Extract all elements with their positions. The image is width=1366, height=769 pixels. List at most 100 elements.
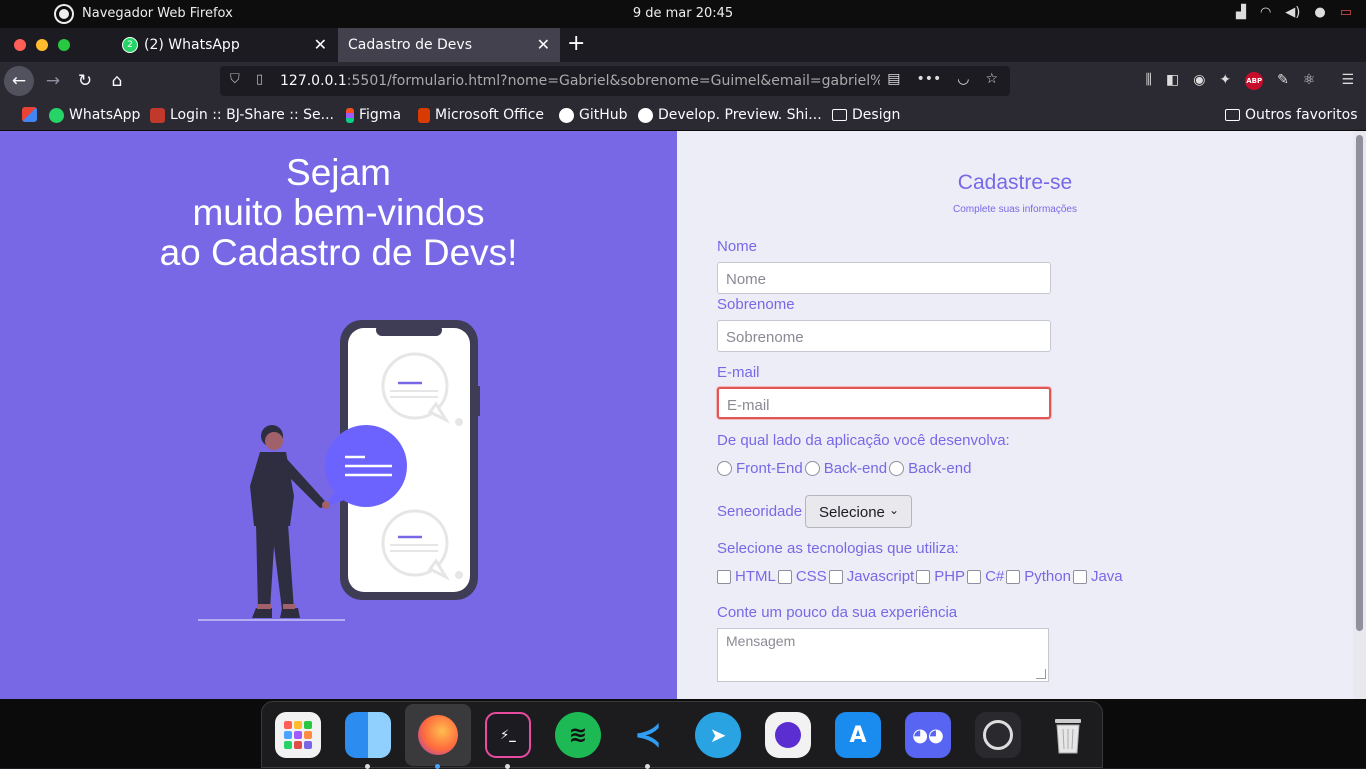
volume-icon[interactable]: ◀) <box>1285 5 1300 20</box>
welcome-heading: Sejam muito bem-vindos ao Cadastro de De… <box>159 152 518 273</box>
radio-front-end[interactable] <box>717 461 732 476</box>
shield-icon[interactable]: ⛉ <box>230 72 240 87</box>
app-store-icon[interactable]: A <box>835 712 881 758</box>
bookmark-whatsapp[interactable]: WhatsApp <box>49 107 140 123</box>
pocket-icon[interactable]: ◡ <box>957 71 969 87</box>
checkbox-css[interactable] <box>777 569 792 584</box>
running-indicator <box>435 764 440 769</box>
email-input[interactable]: E-mail <box>717 387 1051 419</box>
office-icon <box>418 107 430 123</box>
bookmark-vercel[interactable]: Develop. Preview. Shi... <box>638 107 822 123</box>
reload-button[interactable]: ↻ <box>70 66 100 96</box>
scrollbar-thumb[interactable] <box>1356 135 1363 631</box>
checkbox-csharp[interactable] <box>967 569 982 584</box>
launchpad-icon[interactable] <box>275 712 321 758</box>
seniority-label: Seneoridade <box>717 503 803 520</box>
finder-icon[interactable] <box>345 712 391 758</box>
nome-label: Nome <box>717 238 758 255</box>
checkbox-java[interactable] <box>1072 569 1087 584</box>
bookmark-other-favorites[interactable]: Outros favoritos <box>1225 107 1358 123</box>
close-tab-icon[interactable]: ✕ <box>314 35 327 54</box>
battery-icon[interactable]: ▭ <box>1340 5 1352 20</box>
firefox-dock-icon[interactable] <box>405 704 471 766</box>
checkbox-html[interactable] <box>717 569 731 584</box>
figma-icon <box>346 107 354 123</box>
bookmark-microsoft-office[interactable]: Microsoft Office <box>418 107 544 123</box>
whatsapp-icon <box>49 107 64 123</box>
gmail-icon <box>22 107 37 122</box>
tab-label: Cadastro de Devs <box>348 37 472 53</box>
chevron-down-icon: ⌄ <box>888 503 899 517</box>
react-devtools-icon[interactable]: ⚛ <box>1303 72 1316 90</box>
page-scrollbar[interactable] <box>1353 131 1366 699</box>
reader-view-icon[interactable]: ▤ <box>887 71 900 87</box>
bookmark-gmail[interactable] <box>22 107 37 122</box>
maximize-window-button[interactable] <box>58 39 70 51</box>
extension-edit-icon[interactable]: ✎ <box>1277 72 1289 90</box>
extension-avatar-icon[interactable]: ◉ <box>1193 72 1205 90</box>
tab-bar: 2 (2) WhatsApp ✕ Cadastro de Devs ✕ + <box>0 28 1366 62</box>
discord-icon[interactable]: ◕◕ <box>905 712 951 758</box>
clock[interactable]: 9 de mar 20:45 <box>0 6 1366 21</box>
toolbar-extensions: ⫼ ◧ ◉ ✦ ABP ✎ ⚛ ☰ <box>1146 72 1354 90</box>
extension-leaf-icon[interactable]: ✦ <box>1219 72 1231 90</box>
telegram-icon[interactable]: ➤ <box>695 712 741 758</box>
welcome-panel: Sejam muito bem-vindos ao Cadastro de De… <box>0 131 677 699</box>
screen-icon[interactable]: ▟ <box>1236 5 1246 20</box>
checkbox-javascript[interactable] <box>828 569 843 584</box>
adblock-plus-icon[interactable]: ABP <box>1245 72 1264 90</box>
page-info-icon[interactable]: ▯ <box>256 72 263 87</box>
sidebar-icon[interactable]: ◧ <box>1166 72 1179 90</box>
nome-input[interactable]: Nome <box>717 262 1051 294</box>
mic-icon[interactable]: ● <box>1314 5 1325 20</box>
form-title: Cadastre-se <box>957 171 1073 194</box>
new-tab-button[interactable]: + <box>567 31 585 56</box>
close-window-button[interactable] <box>14 39 26 51</box>
url-text[interactable]: 127.0.0.1:5501/formulario.html?nome=Gabr… <box>280 73 880 89</box>
bookmark-folder-design[interactable]: Design <box>832 107 900 123</box>
checkbox-php[interactable] <box>916 569 931 584</box>
bjshare-icon <box>150 107 165 123</box>
running-indicator <box>505 764 510 769</box>
radio-back-end[interactable] <box>804 461 820 476</box>
more-actions-icon[interactable]: ••• <box>916 71 941 87</box>
menu-icon[interactable]: ☰ <box>1341 72 1354 90</box>
close-tab-icon[interactable]: ✕ <box>537 35 550 54</box>
seniority-select[interactable]: Selecione ⌄ <box>805 495 912 528</box>
tech-checkbox-group: HTML CSS Javascript PHP C# Python Java <box>717 568 1125 585</box>
bookmark-star-icon[interactable]: ☆ <box>985 71 998 87</box>
vscode-icon[interactable]: ≺ <box>625 712 671 758</box>
experience-textarea[interactable]: Mensagem <box>717 628 1049 682</box>
back-button[interactable]: ← <box>4 66 34 96</box>
trash-icon[interactable] <box>1045 712 1091 758</box>
wifi-icon[interactable]: ◠ <box>1260 5 1271 20</box>
minimize-window-button[interactable] <box>36 39 48 51</box>
app-icon[interactable] <box>765 712 811 758</box>
navigation-bar: ← → ↻ ⌂ ⛉ ▯ 127.0.0.1:5501/formulario.ht… <box>0 62 1366 100</box>
page-content: Sejam muito bem-vindos ao Cadastro de De… <box>0 131 1366 699</box>
url-bar[interactable]: ⛉ ▯ 127.0.0.1:5501/formulario.html?nome=… <box>220 66 1010 96</box>
spotify-icon[interactable]: ≋ <box>555 712 601 758</box>
terminal-icon[interactable]: ⚡_ <box>485 712 531 758</box>
vercel-icon <box>638 107 653 123</box>
side-question-label: De qual lado da aplicação você desenvolv… <box>717 432 1010 449</box>
radio-back-end-2[interactable] <box>889 461 905 476</box>
tab-whatsapp[interactable]: 2 (2) WhatsApp ✕ <box>112 28 337 62</box>
phone-illustration <box>198 320 480 621</box>
obs-icon[interactable] <box>975 712 1021 758</box>
sobrenome-input[interactable]: Sobrenome <box>717 320 1051 352</box>
tab-cadastro-de-devs[interactable]: Cadastro de Devs ✕ <box>338 28 560 62</box>
bookmarks-bar: WhatsApp Login :: BJ-Share :: Se... Figm… <box>0 100 1366 131</box>
system-tray: ▟ ◠ ◀) ● ▭ <box>1236 5 1352 20</box>
home-button[interactable]: ⌂ <box>102 66 132 96</box>
tab-label: (2) WhatsApp <box>144 37 240 53</box>
bookmark-figma[interactable]: Figma <box>346 107 401 123</box>
form-subtitle: Complete suas informações <box>953 204 1077 215</box>
checkbox-python[interactable] <box>1006 569 1021 584</box>
library-icon[interactable]: ⫼ <box>1146 72 1152 90</box>
github-icon <box>559 107 574 123</box>
resize-handle-icon[interactable] <box>1036 669 1046 679</box>
forward-button[interactable]: → <box>38 66 68 96</box>
bookmark-github[interactable]: GitHub <box>559 107 628 123</box>
bookmark-bjshare[interactable]: Login :: BJ-Share :: Se... <box>150 107 334 123</box>
